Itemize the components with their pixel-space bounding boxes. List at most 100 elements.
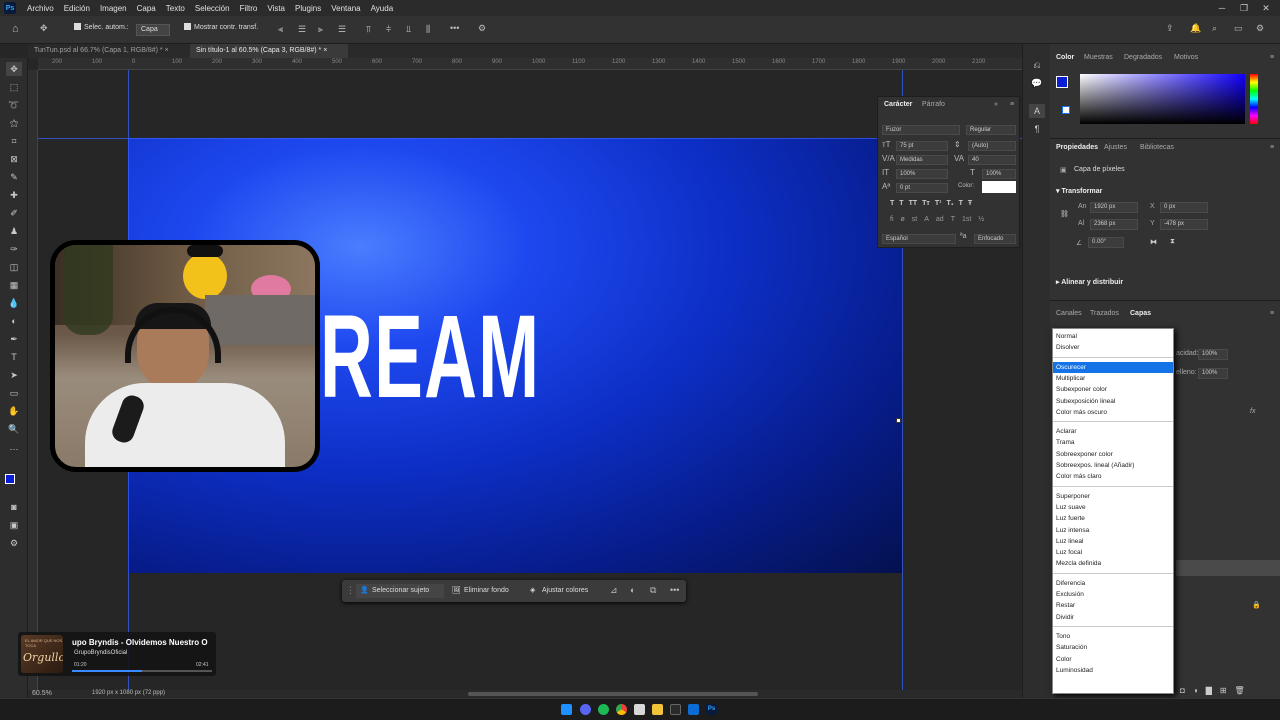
menu-ayuda[interactable]: Ayuda bbox=[366, 4, 399, 13]
y-field[interactable]: -478 px bbox=[1160, 219, 1208, 230]
photoshop-taskbar-icon[interactable]: Ps bbox=[706, 704, 717, 715]
ordinal2-icon[interactable]: 1st bbox=[962, 216, 971, 223]
foreground-color-swatch[interactable] bbox=[1056, 76, 1068, 88]
vertical-scale-field[interactable]: 100% bbox=[896, 169, 948, 179]
blend-mode-option[interactable]: Saturación bbox=[1053, 642, 1173, 653]
move-tool-icon[interactable]: ✥ bbox=[6, 62, 22, 76]
menu-capa[interactable]: Capa bbox=[132, 4, 161, 13]
align-center-icon[interactable]: ☰ bbox=[298, 24, 306, 35]
frame-tool-icon[interactable]: ⊠ bbox=[6, 152, 22, 166]
eraser-icon[interactable]: ◫ bbox=[6, 260, 22, 274]
select-subject-button[interactable]: 👤 Seleccionar sujeto bbox=[356, 584, 444, 598]
font-style-select[interactable]: Regular bbox=[966, 125, 1016, 135]
align-right-icon[interactable]: ⫸ bbox=[318, 24, 323, 35]
comments-icon[interactable]: 💬 bbox=[1029, 76, 1045, 90]
mask-add-icon[interactable]: ◘ bbox=[1180, 686, 1185, 695]
tab-adjustments[interactable]: Ajustes bbox=[1104, 144, 1127, 151]
width-field[interactable]: 1920 px bbox=[1090, 202, 1138, 213]
workspace-icon[interactable]: ▭ bbox=[1234, 23, 1243, 34]
discretionary-icon[interactable]: ø bbox=[901, 216, 905, 223]
panel-menu-icon[interactable]: ≡ bbox=[1010, 101, 1014, 108]
spotify-icon[interactable] bbox=[598, 704, 609, 715]
superscript-icon[interactable]: T¹ bbox=[935, 200, 942, 207]
blend-mode-option[interactable]: Sobreexponer color bbox=[1053, 449, 1173, 460]
height-field[interactable]: 2368 px bbox=[1090, 219, 1138, 230]
tab-channels[interactable]: Canales bbox=[1056, 310, 1082, 317]
leading-field[interactable]: (Auto) bbox=[968, 141, 1016, 151]
menu-imagen[interactable]: Imagen bbox=[95, 4, 132, 13]
blend-mode-option[interactable]: Color bbox=[1053, 654, 1173, 665]
menu-edicion[interactable]: Edición bbox=[59, 4, 95, 13]
track-progress-bar[interactable] bbox=[72, 670, 212, 672]
tab-libraries[interactable]: Bibliotecas bbox=[1140, 144, 1174, 151]
blend-mode-option[interactable]: Normal bbox=[1053, 331, 1173, 342]
x-field[interactable]: 0 px bbox=[1160, 202, 1208, 213]
blend-mode-option[interactable]: Color más oscuro bbox=[1053, 407, 1173, 418]
tab-patterns[interactable]: Motivos bbox=[1174, 54, 1198, 61]
blend-mode-option[interactable]: Restar bbox=[1053, 600, 1173, 611]
crop-tool-icon[interactable]: ⌗ bbox=[6, 134, 22, 148]
tab-paragraph[interactable]: Párrafo bbox=[922, 101, 945, 108]
show-transform-checkbox[interactable]: Mostrar contr. transf. bbox=[184, 23, 258, 31]
blend-mode-option[interactable]: Subexposición lineal bbox=[1053, 396, 1173, 407]
underline-icon[interactable]: T bbox=[959, 200, 963, 207]
bell-icon[interactable]: 🔔 bbox=[1190, 23, 1201, 34]
close-icon[interactable]: × bbox=[165, 47, 169, 54]
layers-icon[interactable]: ⧉ bbox=[650, 585, 656, 596]
opacity-field[interactable]: 100% bbox=[1198, 349, 1228, 360]
blend-mode-option[interactable]: Multiplicar bbox=[1053, 373, 1173, 384]
edit-toolbar-icon[interactable]: ⚙ bbox=[6, 536, 22, 550]
restore-icon[interactable]: ❐ bbox=[1232, 0, 1256, 16]
selected-layer-row[interactable] bbox=[1176, 560, 1280, 576]
lasso-tool-icon[interactable]: ➰ bbox=[6, 98, 22, 112]
minimize-icon[interactable]: ─ bbox=[1210, 0, 1234, 16]
gradient-tool-icon[interactable]: ▦ bbox=[6, 278, 22, 292]
tab-sin-titulo[interactable]: Sin título-1 al 60.5% (Capa 3, RGB/8#) *… bbox=[190, 44, 348, 58]
link-icon[interactable]: ⛓ bbox=[1060, 210, 1069, 218]
lock-icon[interactable]: 🔒 bbox=[1252, 601, 1261, 609]
tab-character[interactable]: Carácter bbox=[884, 101, 912, 108]
remove-background-button[interactable]: 🖼 Eliminar fondo bbox=[448, 584, 522, 598]
distribute-icon[interactable]: ☰ bbox=[338, 24, 346, 35]
guide-line[interactable] bbox=[38, 138, 1022, 139]
panel-menu-icon[interactable]: ≡ bbox=[1270, 144, 1274, 151]
horizontal-scrollbar[interactable] bbox=[468, 692, 758, 696]
swash-icon[interactable]: st bbox=[912, 216, 917, 223]
blend-mode-option[interactable]: Tono bbox=[1053, 631, 1173, 642]
menu-texto[interactable]: Texto bbox=[161, 4, 190, 13]
hand-tool-icon[interactable]: ✋ bbox=[6, 404, 22, 418]
auto-select-checkbox[interactable]: Selec. autom.: bbox=[74, 23, 129, 31]
group-icon[interactable]: ▇ bbox=[1206, 686, 1212, 695]
font-size-field[interactable]: 75 pt bbox=[896, 141, 948, 151]
menu-ventana[interactable]: Ventana bbox=[326, 4, 365, 13]
menu-filtro[interactable]: Filtro bbox=[235, 4, 263, 13]
color-picker-field[interactable] bbox=[1080, 74, 1245, 124]
screen-mode-icon[interactable]: ▣ bbox=[6, 518, 22, 532]
transform-handle[interactable] bbox=[896, 418, 901, 423]
small-caps-icon[interactable]: Tт bbox=[922, 200, 930, 207]
blend-mode-option[interactable]: Diferencia bbox=[1053, 578, 1173, 589]
faux-bold-icon[interactable]: T bbox=[890, 200, 894, 207]
font-family-select[interactable]: Fuzor bbox=[882, 125, 960, 135]
new-layer-icon[interactable]: ⊞ bbox=[1220, 686, 1227, 695]
blend-mode-option[interactable]: Luz lineal bbox=[1053, 536, 1173, 547]
terminal-icon[interactable] bbox=[670, 704, 681, 715]
align-bottom-icon[interactable]: ⫫ bbox=[406, 24, 411, 35]
flip-vertical-icon[interactable]: ⧗ bbox=[1170, 238, 1175, 246]
more-icon[interactable]: ••• bbox=[670, 585, 679, 595]
transform-section[interactable]: ▾ Transformar bbox=[1056, 187, 1102, 195]
blend-mode-option[interactable]: Oscurecer bbox=[1053, 361, 1173, 373]
panel-menu-icon[interactable]: ≡ bbox=[1270, 310, 1274, 317]
file-explorer-icon[interactable] bbox=[652, 704, 663, 715]
menu-plugins[interactable]: Plugins bbox=[290, 4, 326, 13]
language-select[interactable]: Español bbox=[882, 234, 956, 244]
blend-mode-option[interactable]: Luz suave bbox=[1053, 502, 1173, 513]
blend-mode-option[interactable]: Trama bbox=[1053, 437, 1173, 448]
tab-layers[interactable]: Capas bbox=[1130, 310, 1151, 317]
more-tools-icon[interactable]: ··· bbox=[6, 442, 22, 456]
marquee-tool-icon[interactable]: ⬚ bbox=[6, 80, 22, 94]
character-panel-icon[interactable]: A bbox=[1029, 104, 1045, 118]
eyedropper-icon[interactable]: ✎ bbox=[6, 170, 22, 184]
blend-mode-option[interactable]: Superponer bbox=[1053, 491, 1173, 502]
tracking-field[interactable]: 40 bbox=[968, 155, 1016, 165]
